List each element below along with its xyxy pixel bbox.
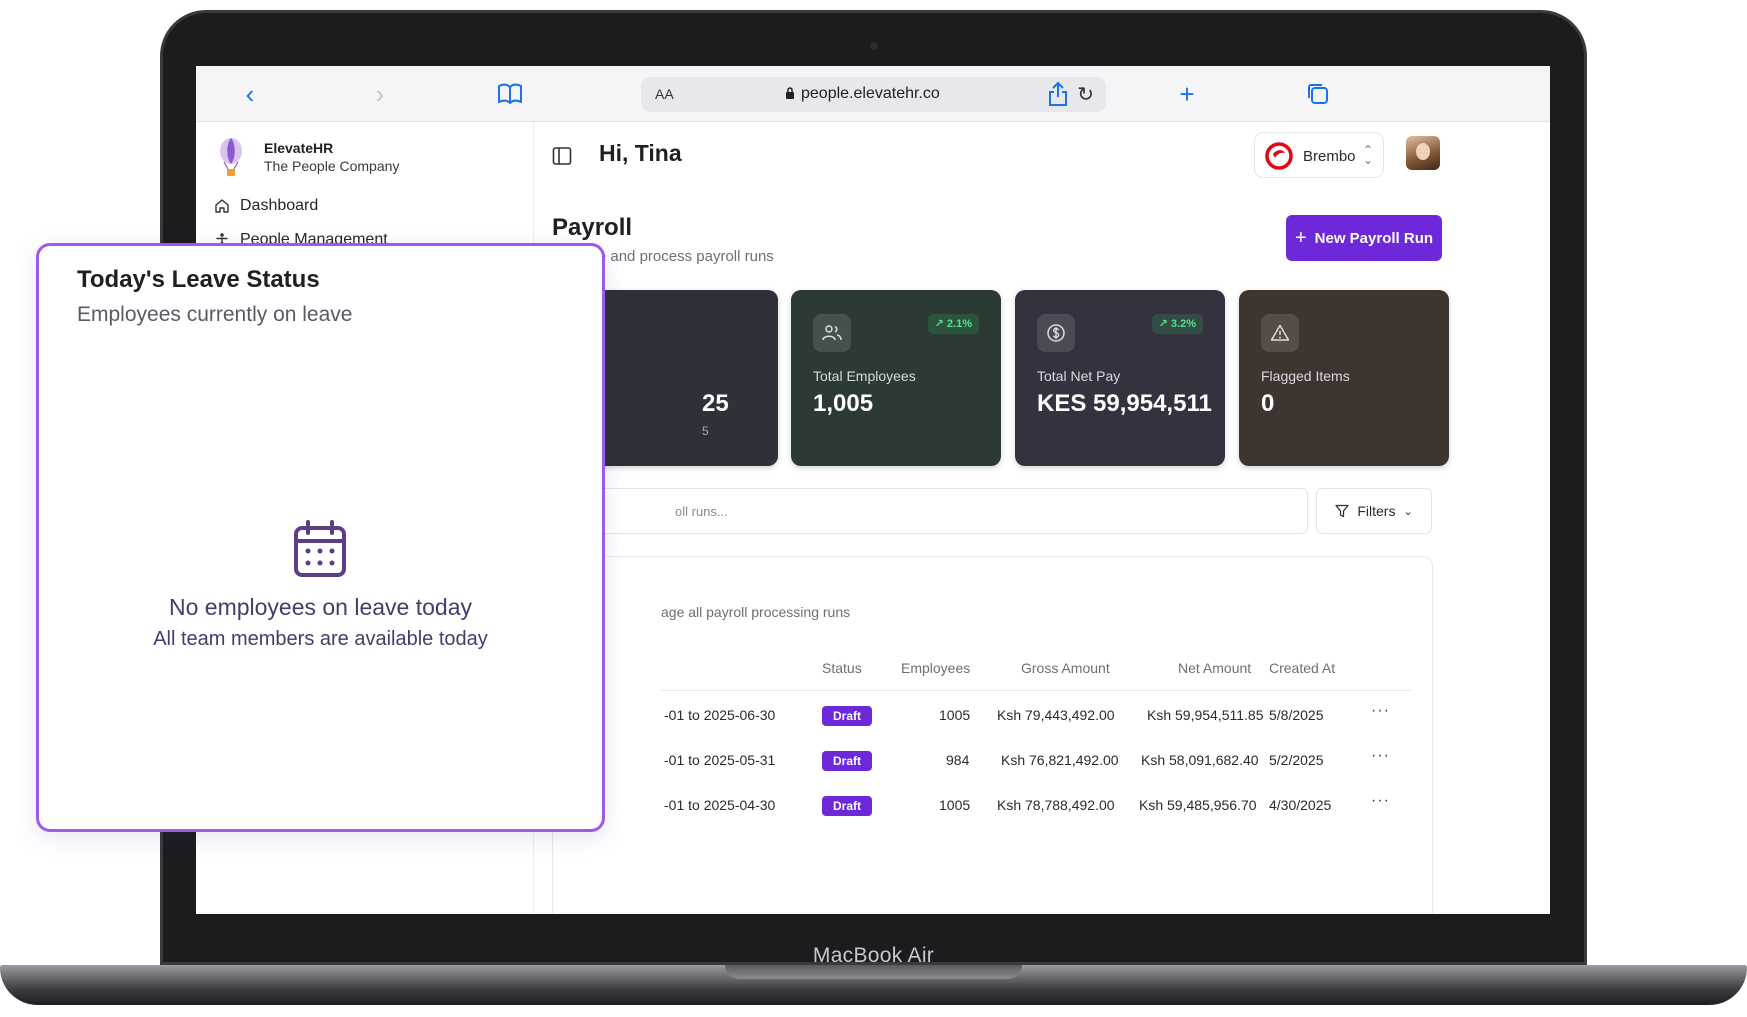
address-bar[interactable]: AA people.elevatehr.co ↻ (641, 77, 1106, 112)
brand-tagline: The People Company (264, 158, 400, 174)
calendar-icon (294, 520, 346, 577)
webcam (870, 42, 878, 50)
filters-button[interactable]: Filters ⌄ (1316, 488, 1432, 534)
dollar-icon (1037, 314, 1075, 352)
stat-value: 0 (1261, 390, 1275, 417)
leave-card-title: Today's Leave Status (77, 266, 320, 293)
cell-period: -01 to 2025-05-31 (664, 752, 776, 768)
trend-badge: ↗ 3.2% (1151, 314, 1203, 334)
stat-value: 25 (702, 390, 729, 417)
column-header-created-at: Created At (1269, 660, 1336, 676)
empty-state-title: No employees on leave today (168, 594, 473, 620)
table-divider (661, 690, 1411, 691)
warning-icon (1261, 314, 1299, 352)
chevron-updown-icon: ⌃ ⌄ (1363, 143, 1374, 167)
row-actions-icon[interactable]: ··· (1371, 702, 1390, 720)
browser-toolbar: ‹ › AA people.elevatehr.co ↻ + (196, 66, 1550, 122)
sidebar-item-label: Dashboard (240, 197, 319, 214)
device-label: MacBook Air (812, 944, 935, 967)
row-actions-icon[interactable]: ··· (1371, 792, 1390, 810)
tabs-overview-icon[interactable] (1304, 80, 1332, 108)
filters-label: Filters (1357, 503, 1396, 519)
home-icon (215, 199, 229, 213)
filter-icon (1335, 504, 1349, 518)
payroll-runs-table: age all payroll processing runs Status E… (552, 556, 1433, 914)
stat-card-flagged-items: Flagged Items 0 (1239, 290, 1449, 466)
leave-card-subtitle: Employees currently on leave (77, 303, 353, 326)
bookmarks-icon[interactable] (496, 80, 524, 108)
search-input[interactable]: oll runs... (552, 488, 1308, 534)
stat-card-total-net-pay: ↗ 3.2% Total Net Pay KES 59,954,511 (1015, 290, 1225, 466)
device-stage: ‹ › AA people.elevatehr.co ↻ + ElevateHR… (0, 0, 1747, 1017)
cell-employees: 984 (946, 752, 970, 768)
sidebar-item-dashboard[interactable]: Dashboard (214, 192, 318, 220)
users-icon (813, 314, 851, 352)
column-header-gross-amount: Gross Amount (1021, 660, 1110, 676)
stat-label: Total Net Pay (1037, 368, 1121, 384)
column-header-net-amount: Net Amount (1178, 660, 1252, 676)
avatar[interactable] (1406, 136, 1440, 170)
cell-employees: 1005 (939, 707, 971, 723)
reader-aa-button[interactable]: AA (655, 86, 674, 102)
stat-card-total-employees: ↗ 2.1% Total Employees 1,005 (791, 290, 1001, 466)
stat-label: Flagged Items (1261, 368, 1350, 384)
cell-net: Ksh 58,091,682.40 (1141, 752, 1259, 768)
stat-label: Total Employees (813, 368, 916, 384)
tenant-switcher[interactable]: Brembo ⌃ ⌄ (1254, 132, 1384, 178)
chevron-down-icon: ⌄ (1403, 505, 1413, 518)
reload-icon[interactable]: ↻ (1077, 82, 1094, 107)
column-header-employees: Employees (901, 660, 971, 676)
trend-badge: ↗ 2.1% (927, 314, 979, 334)
column-header-status: Status (822, 660, 862, 676)
empty-state-subtitle: All team members are available today (153, 628, 488, 650)
lock-icon (786, 87, 794, 99)
main-content: Hi, Tina Brembo ⌃ ⌄ Payroll Manage and pr… (534, 122, 1550, 914)
new-payroll-run-button[interactable]: + New Payroll Run (1286, 215, 1442, 261)
status-badge: Draft (822, 751, 872, 771)
new-tab-icon[interactable]: + (1173, 80, 1201, 108)
share-icon[interactable] (1044, 80, 1072, 108)
leave-status-card: Today's Leave Status Employees currently… (36, 243, 605, 832)
cell-created: 4/30/2025 (1269, 797, 1332, 813)
url-text: people.elevatehr.co (801, 85, 940, 102)
cell-created: 5/8/2025 (1269, 707, 1324, 723)
brembo-logo-icon (1265, 142, 1293, 170)
cell-period: -01 to 2025-06-30 (664, 707, 776, 723)
tenant-name: Brembo (1303, 148, 1356, 165)
stat-sub: 5 (702, 424, 709, 438)
search-placeholder: oll runs... (675, 504, 728, 519)
page-title: Payroll (552, 214, 633, 241)
cell-created: 5/2/2025 (1269, 752, 1324, 768)
balloon-logo-icon (220, 138, 242, 176)
cell-gross: Ksh 79,443,492.00 (997, 707, 1115, 723)
stat-value: KES 59,954,511 (1037, 390, 1212, 417)
cell-net: Ksh 59,954,511.85 (1147, 707, 1264, 723)
avatar-face (1416, 143, 1430, 160)
cell-gross: Ksh 78,788,492.00 (997, 797, 1115, 813)
forward-icon[interactable]: › (366, 80, 394, 108)
stat-value: 1,005 (813, 390, 874, 417)
brand-name: ElevateHR (264, 140, 334, 156)
greeting: Hi, Tina (599, 140, 682, 166)
sidebar-toggle-icon[interactable] (552, 146, 572, 166)
cell-period: -01 to 2025-04-30 (664, 797, 776, 813)
row-actions-icon[interactable]: ··· (1371, 747, 1390, 765)
cell-employees: 1005 (939, 797, 971, 813)
status-badge: Draft (822, 706, 872, 726)
status-badge: Draft (822, 796, 872, 816)
table-subtitle: age all payroll processing runs (661, 604, 851, 620)
cell-gross: Ksh 76,821,492.00 (1001, 752, 1119, 768)
new-payroll-run-label: New Payroll Run (1314, 229, 1434, 247)
back-icon[interactable]: ‹ (236, 80, 264, 108)
plus-icon: + (1294, 226, 1307, 249)
cell-net: Ksh 59,485,956.70 (1139, 797, 1257, 813)
